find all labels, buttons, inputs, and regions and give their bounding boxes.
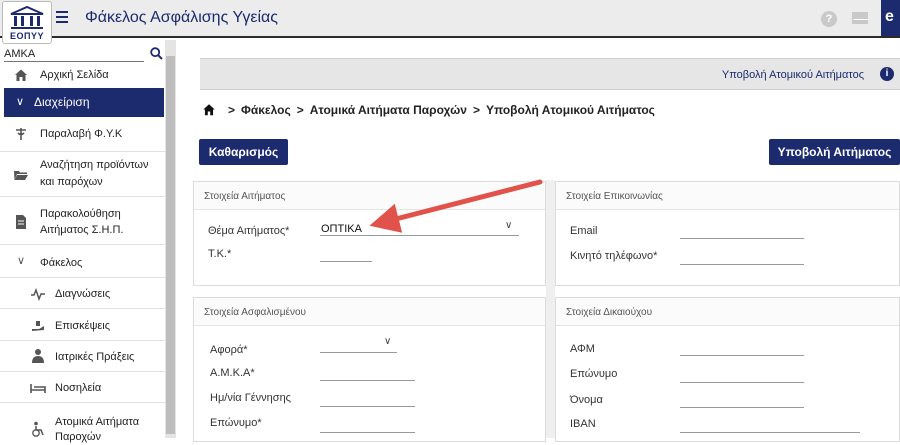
scrollbar-thumb[interactable] xyxy=(166,56,175,434)
sidebar-item-label-line2: Αιτήματος Σ.Η.Π. xyxy=(40,224,124,236)
sidebar-item-individual-requests[interactable]: Ατομικά Αιτήματα Παροχών xyxy=(0,412,165,443)
postcode-field[interactable] xyxy=(320,261,372,262)
sidebar-item-receipt[interactable]: Παραλαβή Φ.Υ.Κ xyxy=(0,124,165,152)
sidebar-item-management[interactable]: ∨ Διαχείριση xyxy=(4,88,164,117)
user-account-button[interactable]: e xyxy=(881,0,900,36)
annotation-arrow xyxy=(369,179,543,233)
afm-label: ΑΦΜ xyxy=(570,343,595,355)
page-header: Υποβολή Ατομικού Αιτήματος i xyxy=(200,58,900,90)
mobile-field[interactable] xyxy=(680,264,804,265)
logo-text: ΕΟΠΥΥ xyxy=(9,31,44,41)
bed-icon xyxy=(30,384,46,393)
subject-label: Θέμα Αιτήματος* xyxy=(208,225,290,237)
chevron-down-icon: ∨ xyxy=(17,255,26,267)
amka-search xyxy=(4,46,164,64)
sidebar-item-product-search[interactable]: Αναζήτηση προϊόντων και παρόχων xyxy=(0,155,165,197)
pharmacy-icon xyxy=(16,128,26,140)
sidebar-item-label: Επισκέψεις xyxy=(55,320,111,332)
sidebar-item-tracking[interactable]: Παρακολούθηση Αιτήματος Σ.Η.Π. xyxy=(0,203,165,245)
page-header-title: Υποβολή Ατομικού Αιτήματος xyxy=(721,69,864,81)
clear-button[interactable]: Καθαρισμός xyxy=(199,139,288,165)
beneficiary-details-card: Στοιχεία Δικαιούχου ΑΦΜ Επώνυμο Όνομα IB… xyxy=(555,297,900,442)
chevron-down-icon[interactable]: ∨ xyxy=(384,336,391,347)
sidebar-item-folder[interactable]: ∨ Φάκελος xyxy=(0,253,165,278)
sidebar-item-label-line2: Παροχών xyxy=(55,431,101,443)
regards-label: Αφορά* xyxy=(210,344,248,356)
iban-field[interactable] xyxy=(680,432,860,433)
subject-select[interactable]: ΟΠΤΙΚΑ xyxy=(321,223,362,235)
beneficiary-surname-field[interactable] xyxy=(680,382,804,383)
card-title: Στοιχεία Δικαιούχου xyxy=(556,298,899,326)
help-icon[interactable]: ? xyxy=(821,11,837,27)
home-icon xyxy=(15,69,27,81)
sidebar-item-diagnoses[interactable]: Διαγνώσεις xyxy=(0,284,165,309)
hamburger-menu-icon[interactable] xyxy=(56,11,68,23)
sidebar-item-visits[interactable]: Επισκέψεις xyxy=(0,316,165,341)
sidebar-item-label: Παραλαβή Φ.Υ.Κ xyxy=(40,128,123,140)
breadcrumb-item[interactable]: Ατομικά Αιτήματα Παροχών xyxy=(310,103,467,117)
sidebar-item-home[interactable]: Αρχική Σελίδα xyxy=(0,67,165,87)
card-title: Στοιχεία Επικοινωνίας xyxy=(556,182,899,210)
document-icon xyxy=(16,215,26,229)
dob-label: Ημ/νία Γέννησης xyxy=(210,392,291,404)
top-bar: ΕΟΠΥΥ Φάκελος Ασφάλισης Υγείας ? e xyxy=(0,0,900,44)
postcode-label: Τ.Κ.* xyxy=(208,248,232,260)
surname-label: Επώνυμο* xyxy=(210,417,262,429)
hand-care-icon xyxy=(32,321,44,331)
sidebar-item-label: Αρχική Σελίδα xyxy=(40,69,109,81)
breadcrumb: > Φάκελος > Ατομικά Αιτήματα Παροχών > Υποβολ… xyxy=(202,103,655,117)
sidebar-item-label: Αναζήτηση προϊόντων xyxy=(40,159,149,171)
afm-field[interactable] xyxy=(680,355,804,356)
breadcrumb-separator: > xyxy=(228,103,236,117)
sidebar-item-label: Παρακολούθηση xyxy=(40,208,121,220)
beneficiary-surname-label: Επώνυμο xyxy=(570,368,618,380)
home-icon[interactable] xyxy=(202,103,216,116)
sidebar-item-label: Φάκελος xyxy=(40,257,83,269)
breadcrumb-separator: > xyxy=(472,103,480,117)
breadcrumb-item: Υποβολή Ατομικού Αιτήματος xyxy=(485,103,655,117)
eopyy-logo[interactable]: ΕΟΠΥΥ xyxy=(2,1,52,44)
folder-open-icon xyxy=(14,171,28,180)
contact-details-card: Στοιχεία Επικοινωνίας Email Κινητό τηλέφ… xyxy=(555,181,900,286)
dob-field[interactable] xyxy=(320,406,415,407)
sidebar-item-medical-acts[interactable]: Ιατρικές Πράξεις xyxy=(0,347,165,372)
chevron-down-icon: ∨ xyxy=(16,96,25,108)
regards-select[interactable] xyxy=(320,352,397,353)
sidebar-item-label: Διαχείριση xyxy=(34,95,90,109)
mail-icon[interactable] xyxy=(852,12,868,24)
app-title: Φάκελος Ασφάλισης Υγείας xyxy=(85,9,278,26)
breadcrumb-item[interactable]: Φάκελος xyxy=(241,103,291,117)
wheelchair-icon xyxy=(32,421,44,437)
amka-search-input[interactable] xyxy=(4,46,144,62)
sidebar-item-label: Διαγνώσεις xyxy=(55,288,111,300)
search-icon[interactable] xyxy=(150,47,163,60)
amka-label: Α.Μ.Κ.Α* xyxy=(210,367,255,379)
breadcrumb-separator: > xyxy=(296,103,304,117)
building-logo-icon xyxy=(10,5,44,29)
sidebar-item-label: Ατομικά Αιτήματα xyxy=(55,416,140,428)
beneficiary-name-field[interactable] xyxy=(680,407,804,408)
info-icon[interactable]: i xyxy=(880,67,894,81)
submit-request-button[interactable]: Υποβολή Αιτήματος xyxy=(769,139,900,165)
email-field[interactable] xyxy=(680,238,804,239)
beneficiary-name-label: Όνομα xyxy=(570,394,603,406)
sidebar-item-label: Ιατρικές Πράξεις xyxy=(55,351,135,363)
sidebar-item-label-line2: και παρόχων xyxy=(40,176,103,188)
insured-details-card: Στοιχεία Ασφαλισμένου Αφορά* ∨ Α.Μ.Κ.Α* … xyxy=(193,297,546,442)
sidebar-item-label: Νοσηλεία xyxy=(55,382,102,394)
sidebar: Αρχική Σελίδα ∨ Διαχείριση Παραλαβή Φ.Υ.… xyxy=(0,40,176,443)
iban-label: IBAN xyxy=(570,418,596,430)
pulse-icon xyxy=(31,287,45,302)
surname-field[interactable] xyxy=(320,432,415,433)
sidebar-item-hospitalization[interactable]: Νοσηλεία xyxy=(0,378,165,403)
sidebar-scrollbar[interactable] xyxy=(165,40,176,438)
mobile-label: Κινητό τηλέφωνο* xyxy=(570,250,658,262)
amka-field[interactable] xyxy=(320,380,415,381)
card-title: Στοιχεία Ασφαλισμένου xyxy=(194,298,545,326)
email-label: Email xyxy=(570,225,598,237)
doctor-icon xyxy=(32,349,44,363)
